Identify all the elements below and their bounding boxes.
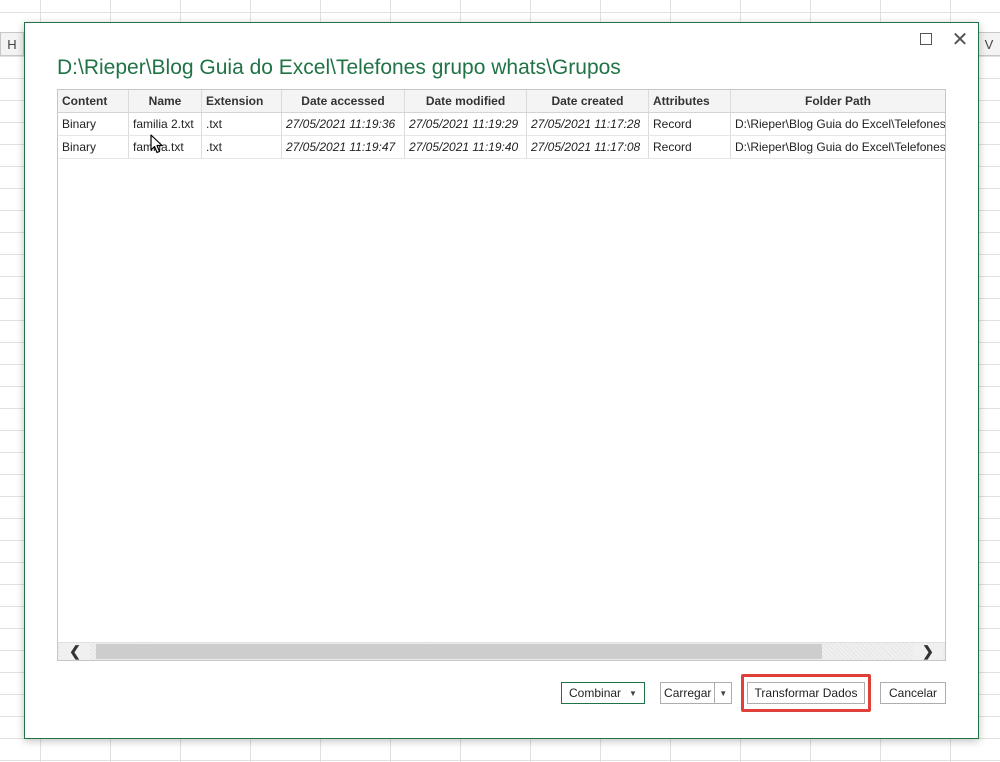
cell-date-created: 27/05/2021 11:17:08 [527, 136, 649, 158]
cell-date-modified: 27/05/2021 11:19:40 [405, 136, 527, 158]
cell-attributes: Record [649, 113, 731, 135]
close-icon[interactable]: ✕ [947, 27, 973, 51]
combinar-button[interactable]: Combinar ▼ [561, 682, 645, 704]
maximize-icon[interactable] [913, 27, 939, 51]
column-header-date-accessed[interactable]: Date accessed [282, 90, 405, 112]
table-row[interactable]: Binary familia.txt .txt 27/05/2021 11:19… [58, 136, 945, 159]
horizontal-scrollbar[interactable]: ❮ ❯ [58, 642, 945, 660]
cell-content: Binary [58, 136, 129, 158]
mouse-cursor-icon [150, 134, 163, 154]
column-header-attributes[interactable]: Attributes [649, 90, 731, 112]
scrollbar-thumb[interactable] [96, 644, 822, 659]
caret-down-icon: ▼ [629, 688, 637, 698]
column-header-date-created[interactable]: Date created [527, 90, 649, 112]
dialog-title: D:\Rieper\Blog Guia do Excel\Telefones g… [57, 56, 621, 79]
column-header-extension[interactable]: Extension [202, 90, 282, 112]
cell-extension: .txt [202, 136, 282, 158]
cell-date-created: 27/05/2021 11:17:28 [527, 113, 649, 135]
carregar-split-button[interactable]: Carregar ▼ [660, 682, 732, 704]
column-header-name[interactable]: Name [129, 90, 202, 112]
column-header-h[interactable]: H [0, 32, 24, 56]
cell-date-accessed: 27/05/2021 11:19:36 [282, 113, 405, 135]
caret-down-icon: ▼ [719, 688, 728, 698]
chevron-right-icon[interactable]: ❯ [913, 643, 943, 660]
carregar-button[interactable]: Carregar [661, 683, 716, 703]
column-header-date-modified[interactable]: Date modified [405, 90, 527, 112]
navigator-dialog: ✕ D:\Rieper\Blog Guia do Excel\Telefones… [24, 22, 979, 739]
cell-date-modified: 27/05/2021 11:19:29 [405, 113, 527, 135]
table-row[interactable]: Binary familia 2.txt .txt 27/05/2021 11:… [58, 113, 945, 136]
cell-extension: .txt [202, 113, 282, 135]
cell-name: familia.txt [129, 136, 202, 158]
table-header-row: Content Name Extension Date accessed Dat… [58, 90, 945, 113]
file-preview-table: Content Name Extension Date accessed Dat… [57, 89, 946, 661]
carregar-dropdown[interactable]: ▼ [715, 689, 731, 698]
column-header-v[interactable]: V [976, 32, 1000, 56]
cell-folder-path: D:\Rieper\Blog Guia do Excel\Telefones [735, 117, 945, 131]
cell-attributes: Record [649, 136, 731, 158]
cell-folder-path: D:\Rieper\Blog Guia do Excel\Telefones [735, 140, 945, 154]
cancel-button[interactable]: Cancelar [880, 682, 946, 704]
cell-date-accessed: 27/05/2021 11:19:47 [282, 136, 405, 158]
combinar-label: Combinar [569, 686, 622, 700]
chevron-left-icon[interactable]: ❮ [60, 643, 90, 660]
column-header-folder-path[interactable]: Folder Path [731, 90, 945, 112]
column-header-content[interactable]: Content [58, 90, 129, 112]
cell-content: Binary [58, 113, 129, 135]
transformar-dados-button[interactable]: Transformar Dados [747, 682, 865, 704]
cell-name: familia 2.txt [129, 113, 202, 135]
